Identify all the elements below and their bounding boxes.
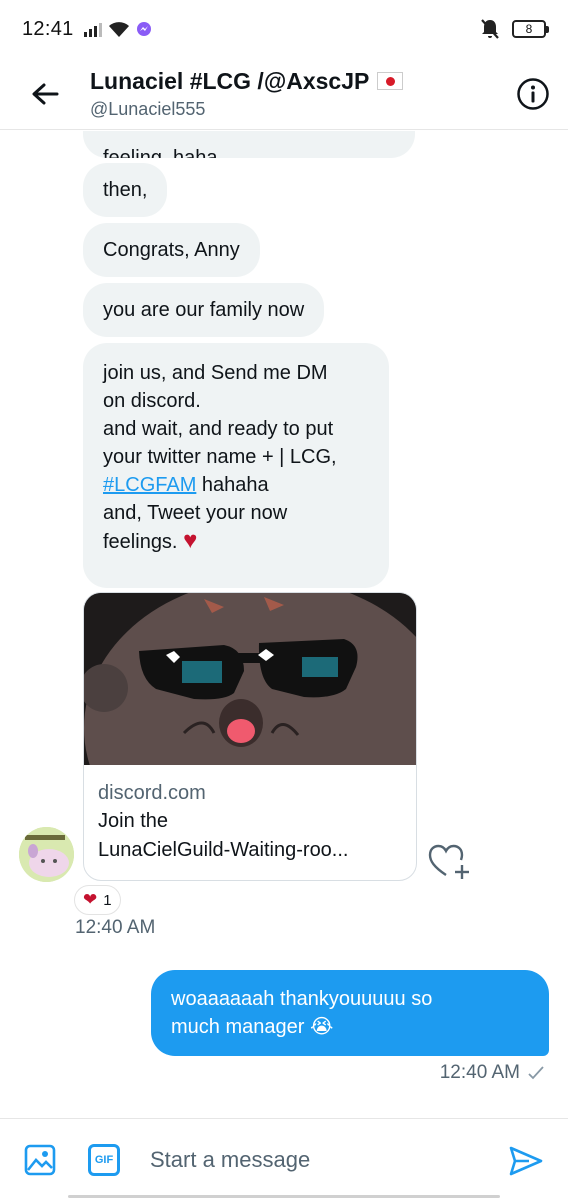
conversation-header: Lunaciel #LCG /@AxscJP @Lunaciel555 [0,58,568,130]
send-icon [509,1146,543,1176]
mute-bell-icon [481,19,499,39]
sender-avatar[interactable] [19,827,74,882]
message-bubble[interactable]: Congrats, Anny [83,223,260,277]
home-indicator [68,1195,500,1198]
image-icon [24,1144,56,1175]
wifi-icon [108,22,129,37]
gif-button[interactable]: GIF [86,1142,122,1178]
cartoon-character-image [84,593,416,765]
message-bubble-partial[interactable]: feeling, haha [83,131,415,158]
header-user[interactable]: Lunaciel #LCG /@AxscJP @Lunaciel555 [90,68,498,120]
card-title: Join the [98,810,169,832]
info-icon [517,77,549,110]
media-button[interactable] [22,1142,58,1178]
red-heart-emoji: ♥ [183,527,198,554]
battery-icon: 8 [512,20,549,38]
add-reaction-button[interactable] [428,843,472,883]
hashtag-link[interactable]: #LCGFAM [103,474,196,496]
message-input[interactable] [150,1137,480,1182]
message-bubble[interactable]: then, [83,163,168,217]
messenger-icon [136,22,151,36]
card-domain: discord.com [98,782,206,804]
display-name: Lunaciel #LCG /@AxscJP [90,67,370,94]
outgoing-message-bubble[interactable]: woaaaaaah thankyouuuuu so much manager 😭 [151,970,549,1056]
checkmark-icon [528,1066,544,1080]
japan-flag-icon [377,72,404,90]
message-bubble[interactable]: you are our family now [83,283,325,337]
link-preview-card[interactable]: discord.com Join the LunaCielGuild-Waiti… [83,592,417,881]
heart-plus-icon [428,844,469,879]
avatar-image [19,827,74,882]
reaction-pill[interactable]: ❤ 1 [74,885,121,915]
back-button[interactable] [0,58,90,130]
card-preview-image [84,593,416,765]
status-bar: 12:41 8 [0,0,568,58]
user-handle: @Lunaciel555 [90,98,206,119]
arrow-left-icon [32,83,59,104]
message-timestamp: 12:40 AM [75,917,156,938]
message-bubble-long[interactable]: join us, and Send me DM on discord. and … [83,343,389,588]
reaction-count: 1 [103,891,112,909]
heart-reaction-icon: ❤ [83,890,98,909]
card-title: LunaCielGuild-Waiting-roo... [98,839,349,861]
status-time: 12:41 [22,17,74,40]
outgoing-timestamp: 12:40 AM [440,1062,544,1084]
message-composer: GIF [0,1118,568,1200]
info-button[interactable] [498,58,568,130]
signal-icon [83,21,102,37]
gif-icon: GIF [88,1143,120,1176]
send-button[interactable] [506,1141,546,1181]
